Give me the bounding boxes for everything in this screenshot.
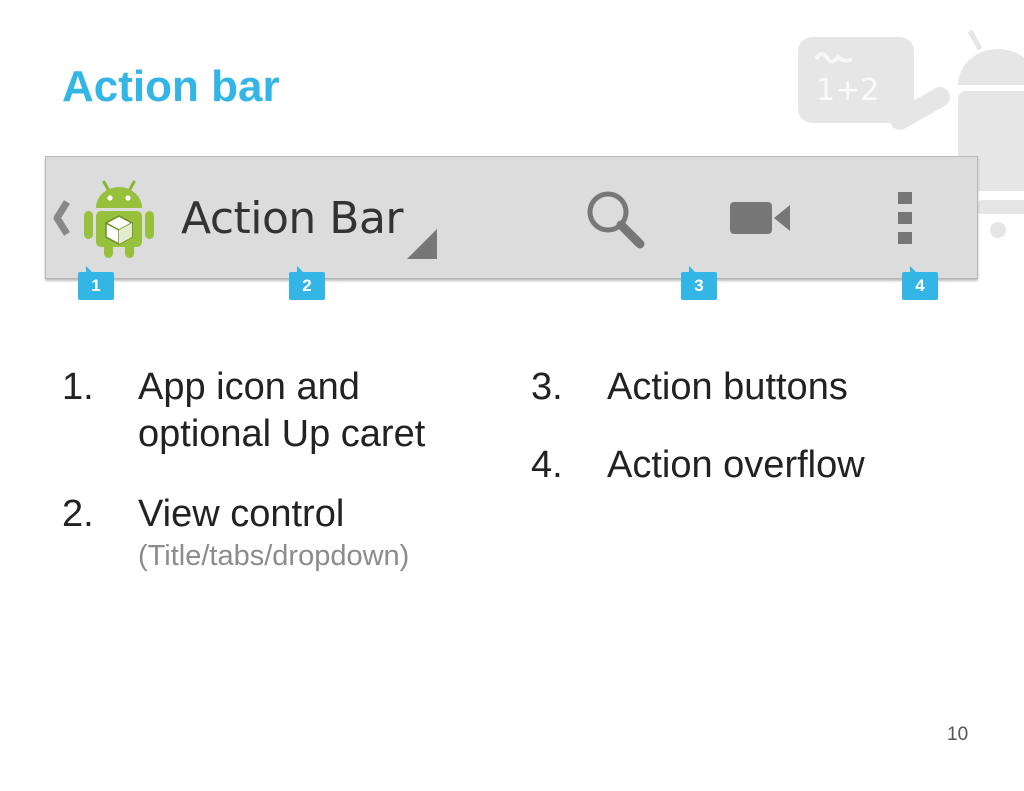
list-item-number: 3. bbox=[531, 366, 563, 408]
callout-marker-4: 4 bbox=[902, 266, 938, 300]
callout-marker-1: 1 bbox=[78, 266, 114, 300]
list-item-text: Action buttons bbox=[607, 366, 848, 408]
page-number: 10 bbox=[947, 724, 969, 745]
callout-label: 1 bbox=[78, 272, 114, 300]
list-item-text-line: optional Up caret bbox=[138, 413, 426, 455]
list-item-subtext: (Title/tabs/dropdown) bbox=[138, 540, 410, 572]
callout-marker-3: 3 bbox=[681, 266, 717, 300]
search-icon[interactable] bbox=[584, 188, 648, 250]
list-item-number: 4. bbox=[531, 444, 563, 486]
callout-label: 2 bbox=[289, 272, 325, 300]
list-item: 2. View control (Title/tabs/dropdown) bbox=[62, 491, 482, 581]
android-app-icon[interactable] bbox=[82, 178, 156, 260]
list-item-number: 1. bbox=[62, 366, 94, 408]
callout-marker-2: 2 bbox=[289, 266, 325, 300]
action-bar-title[interactable]: Action Bar bbox=[181, 193, 404, 244]
list-item-text: App icon and optional Up caret bbox=[138, 364, 425, 458]
list-item: 3. Action buttons bbox=[531, 364, 951, 414]
list-item-text-block: View control (Title/tabs/dropdown) bbox=[138, 491, 409, 574]
chalkboard-text: 1+2 bbox=[816, 73, 879, 108]
video-camera-icon[interactable] bbox=[730, 198, 792, 238]
list-item-text-line: App icon and bbox=[138, 366, 360, 408]
list-item: 1. App icon and optional Up caret bbox=[62, 364, 482, 464]
list-item-text: Action overflow bbox=[607, 444, 865, 486]
callout-label: 3 bbox=[681, 272, 717, 300]
list-item: 4. Action overflow bbox=[531, 442, 951, 492]
dropdown-triangle-icon[interactable] bbox=[406, 228, 438, 260]
slide-title: Action bar bbox=[62, 62, 280, 111]
callout-label: 4 bbox=[902, 272, 938, 300]
list-item-text: View control bbox=[138, 493, 345, 535]
overflow-menu-icon[interactable] bbox=[895, 190, 915, 246]
chevron-left-icon[interactable] bbox=[52, 199, 72, 237]
list-item-number: 2. bbox=[62, 493, 94, 535]
